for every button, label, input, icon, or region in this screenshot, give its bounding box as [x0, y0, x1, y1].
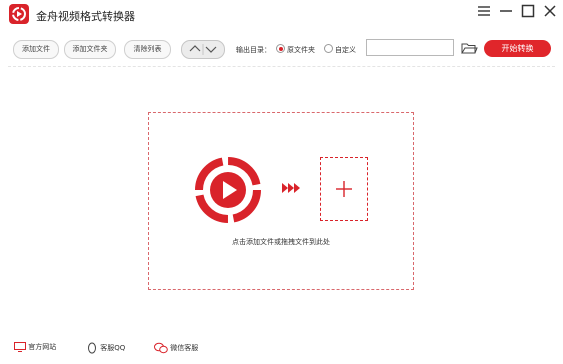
- website-label: 官方网站: [28, 343, 57, 351]
- app-title: 金舟视频格式转换器: [36, 10, 135, 23]
- qq-label: 客服QQ: [100, 344, 126, 352]
- output-path-input[interactable]: [366, 39, 454, 56]
- radio-custom[interactable]: [324, 44, 333, 53]
- move-up-icon: [189, 45, 201, 52]
- minimize-icon[interactable]: [497, 2, 515, 20]
- qq-icon: [88, 342, 96, 354]
- app-logo: [9, 4, 29, 24]
- website-link[interactable]: 官方网站: [14, 342, 56, 352]
- menu-icon[interactable]: [475, 2, 493, 20]
- drop-hint-text: 点击添加文件或拖拽文件到此处: [232, 238, 330, 246]
- radio-original-label[interactable]: 原文件夹: [287, 45, 315, 55]
- wechat-support-link[interactable]: 微信客服: [154, 342, 198, 354]
- folder-open-icon[interactable]: [460, 39, 478, 57]
- add-file-button[interactable]: 添加文件: [13, 40, 59, 59]
- radio-custom-label[interactable]: 自定义: [335, 45, 356, 55]
- radio-original-folder[interactable]: [276, 44, 285, 53]
- qq-support-link[interactable]: 客服QQ: [86, 342, 125, 354]
- monitor-icon: [14, 342, 26, 352]
- plus-icon: [336, 181, 352, 197]
- add-file-box[interactable]: [320, 157, 368, 221]
- add-folder-button[interactable]: 添加文件夹: [64, 40, 116, 59]
- close-icon[interactable]: [541, 2, 559, 20]
- drop-zone[interactable]: [148, 112, 414, 290]
- move-down-icon: [205, 46, 217, 53]
- wechat-label: 微信客服: [170, 344, 199, 352]
- toolbar-divider: [8, 66, 555, 67]
- maximize-icon[interactable]: [519, 2, 537, 20]
- forward-arrows-icon: [282, 180, 302, 196]
- wechat-icon: [154, 342, 168, 354]
- sort-arrows: [181, 40, 225, 59]
- video-play-icon: [192, 154, 264, 226]
- output-dir-label: 输出目录：: [236, 46, 271, 54]
- clear-list-button[interactable]: 清除列表: [124, 40, 171, 59]
- start-convert-button[interactable]: 开始转换: [484, 40, 551, 57]
